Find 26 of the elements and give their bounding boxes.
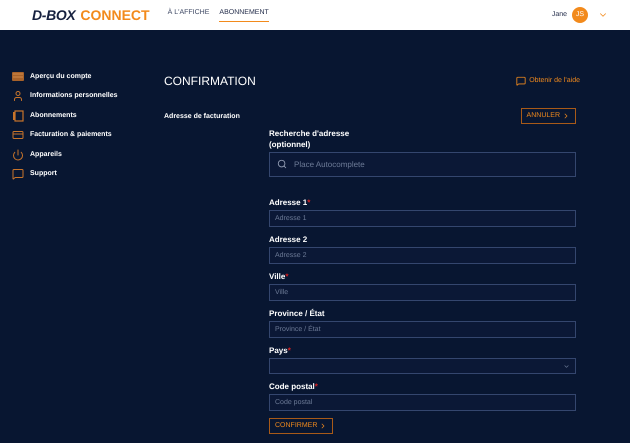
person-icon [12, 90, 24, 102]
chat-icon [516, 76, 526, 86]
search-field[interactable]: Place Autocomplete [269, 152, 576, 177]
field-label: Code postal [269, 382, 315, 391]
field-label: Adresse 2 [269, 235, 308, 244]
chevron-right-icon [562, 112, 570, 120]
required-mark: * [285, 272, 288, 281]
logo[interactable]: D-BOX [32, 8, 76, 22]
select-field[interactable] [269, 358, 576, 374]
tablet-icon [12, 110, 24, 122]
field-label: Recherche d'adresse (optionnel) [269, 129, 350, 149]
required-mark: * [314, 382, 318, 391]
field-label: Ville [269, 272, 286, 281]
required-mark: * [288, 346, 291, 355]
logo-text: CONNECT [80, 8, 150, 22]
envelope-icon [12, 72, 24, 82]
page-title: CONFIRMATION [164, 73, 256, 90]
search-icon [277, 159, 287, 169]
field-label: Pays [269, 346, 288, 355]
chat-icon [12, 168, 24, 180]
power-icon [12, 148, 24, 161]
chevron-down-icon [563, 362, 570, 370]
field-label: Adresse 1 [269, 198, 308, 207]
required-mark: * [307, 198, 310, 207]
card-icon [12, 129, 24, 142]
field-label: Province / État [269, 309, 325, 318]
